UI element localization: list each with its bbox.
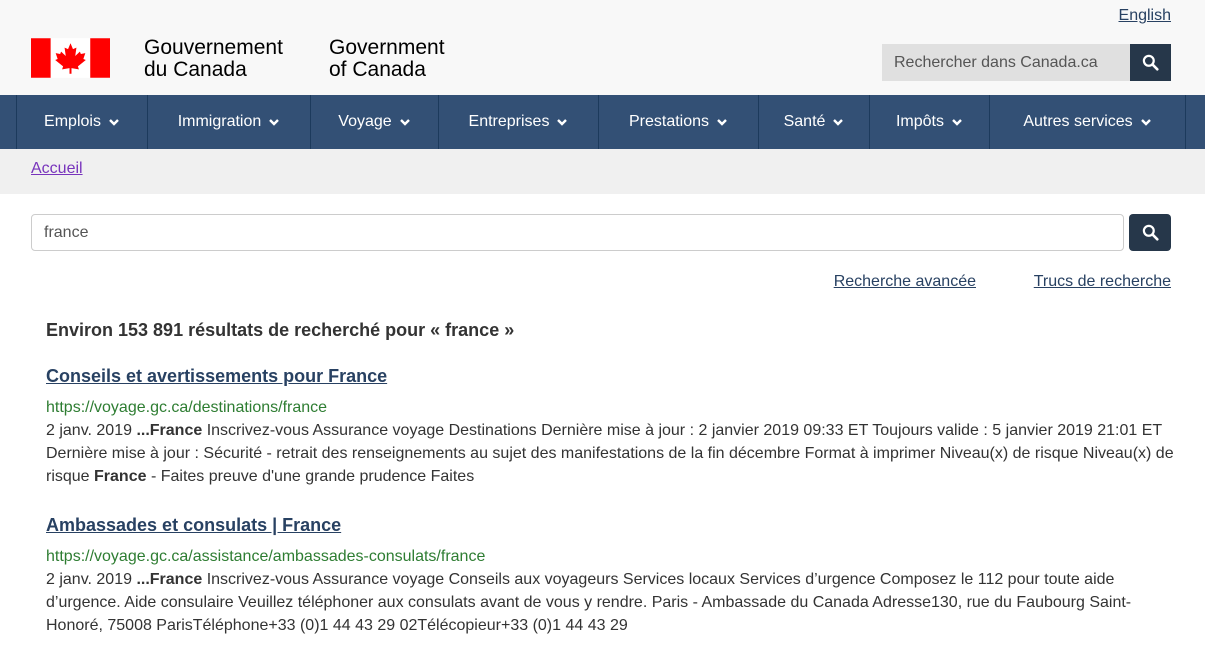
gov-en-line1: Government <box>329 36 445 59</box>
search-result: Ambassades et consulats | France https:/… <box>46 515 1176 637</box>
site-search-form <box>882 44 1171 81</box>
results-search-input[interactable] <box>31 214 1124 251</box>
chevron-down-icon <box>269 119 280 126</box>
search-result: Conseils et avertissements pour France h… <box>46 366 1176 488</box>
chevron-down-icon <box>557 119 568 126</box>
canada-flag-icon[interactable] <box>31 38 110 78</box>
language-toggle-link[interactable]: English <box>1119 7 1171 25</box>
menu-item-label: Emplois <box>44 113 101 130</box>
result-url: https://voyage.gc.ca/assistance/ambassad… <box>46 548 486 565</box>
site-header: English Gouvernement du Canada Governmen… <box>0 0 1205 95</box>
search-results-page: Recherche avancée Trucs de recherche Env… <box>0 194 1205 664</box>
chevron-down-icon <box>717 119 727 126</box>
menu-item-sante[interactable]: Santé <box>759 95 870 149</box>
menu-item-label: Immigration <box>177 113 262 130</box>
government-name-fr[interactable]: Gouvernement du Canada <box>144 37 283 81</box>
menu-item-autres-services[interactable]: Autres services <box>990 95 1186 149</box>
result-snippet-text: - Faites preuve d'une grande prudence Fa… <box>146 468 475 485</box>
menu-item-impots[interactable]: Impôts <box>870 95 990 149</box>
menu-item-label: Santé <box>783 113 826 130</box>
search-icon <box>1142 54 1159 71</box>
breadcrumb-home-link[interactable]: Accueil <box>31 160 83 178</box>
chevron-down-icon <box>952 119 962 126</box>
menu-item-emplois[interactable]: Emplois <box>16 95 148 149</box>
gov-en-line2: of Canada <box>329 58 426 81</box>
gov-fr-line2: du Canada <box>144 58 247 81</box>
results-search-form <box>31 214 1171 251</box>
menu-item-label: Impôts <box>895 113 944 130</box>
menu-item-prestations[interactable]: Prestations <box>599 95 759 149</box>
menu-item-label: Entreprises <box>468 113 550 130</box>
search-tips-link[interactable]: Trucs de recherche <box>1034 273 1171 291</box>
gov-fr-line1: Gouvernement <box>144 36 283 59</box>
result-snippet: 2 janv. 2019 ...France Inscrivez-vous As… <box>46 568 1176 637</box>
chevron-down-icon <box>833 119 844 126</box>
site-search-input[interactable] <box>882 44 1130 81</box>
result-highlight: France <box>94 468 147 485</box>
result-url: https://voyage.gc.ca/destinations/france <box>46 399 328 416</box>
result-snippet: 2 janv. 2019 ...France Inscrivez-vous As… <box>46 419 1176 488</box>
result-title-link[interactable]: Conseils et avertissements pour France <box>46 366 1176 387</box>
main-menu: Emplois Immigration Voyage Entreprises P… <box>0 95 1205 149</box>
menu-item-label: Voyage <box>338 113 392 130</box>
chevron-down-icon <box>399 119 410 126</box>
menu-item-entreprises[interactable]: Entreprises <box>439 95 599 149</box>
result-date: 2 janv. 2019 <box>46 571 137 588</box>
result-highlight: ...France <box>136 571 203 588</box>
chevron-down-icon <box>109 119 119 126</box>
result-date: 2 janv. 2019 <box>46 422 137 439</box>
menu-item-voyage[interactable]: Voyage <box>311 95 439 149</box>
search-icon <box>1142 224 1159 241</box>
menu-item-label: Autres services <box>1023 113 1133 130</box>
result-snippet-text: Inscrivez-vous Assurance voyage Conseils… <box>46 571 1132 634</box>
results-summary: Environ 153 891 résultats de recherché p… <box>46 320 515 340</box>
result-highlight: ...France <box>136 422 203 439</box>
advanced-search-link[interactable]: Recherche avancée <box>834 273 976 291</box>
government-name-en[interactable]: Government of Canada <box>329 37 445 81</box>
result-title-link[interactable]: Ambassades et consulats | France <box>46 515 1176 536</box>
menu-item-immigration[interactable]: Immigration <box>148 95 311 149</box>
breadcrumb: Accueil <box>0 149 1205 194</box>
chevron-down-icon <box>1140 119 1151 126</box>
results-search-button[interactable] <box>1129 214 1171 251</box>
menu-item-label: Prestations <box>628 113 710 130</box>
site-search-button[interactable] <box>1130 44 1171 81</box>
